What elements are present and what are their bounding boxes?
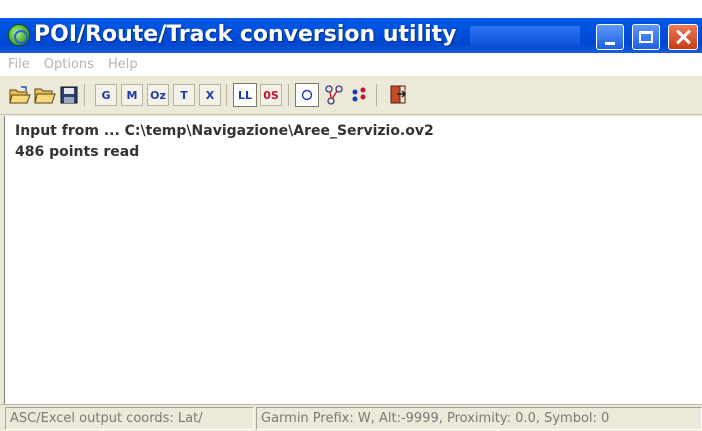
menu-help[interactable]: Help <box>102 57 144 72</box>
route-mode-button[interactable] <box>322 83 346 107</box>
menu-file[interactable]: File <box>2 57 36 72</box>
title-bar-stripe <box>470 26 580 46</box>
open-icon <box>9 86 31 104</box>
window-title: POI/Route/Track conversion utility <box>34 22 457 47</box>
coords-os-button[interactable]: 0S <box>259 83 283 107</box>
log-line-points: 486 points read <box>15 144 140 160</box>
status-bar: ASC/Excel output coords: Lat/ Garmin Pre… <box>0 404 702 431</box>
log-line-input: Input from ... C:\temp\Navigazione\Aree_… <box>15 123 434 139</box>
menu-bar: File Options Help <box>0 53 702 76</box>
exit-icon <box>390 85 407 104</box>
format-x-label: X <box>199 84 221 106</box>
format-g-label: G <box>95 84 117 106</box>
route-icon <box>325 85 343 105</box>
save-icon <box>60 86 78 104</box>
menu-options[interactable]: Options <box>38 57 100 72</box>
toolbar-separator <box>376 84 377 106</box>
format-oz-button[interactable]: Oz <box>146 83 170 107</box>
points-mode-box <box>295 83 319 107</box>
open-folder-button[interactable] <box>33 83 57 107</box>
format-x-button[interactable]: X <box>198 83 222 107</box>
circle-icon <box>301 89 313 101</box>
coords-os-label: 0S <box>260 84 282 106</box>
points-mode-button[interactable] <box>295 83 319 107</box>
format-m-label: M <box>121 84 143 106</box>
waypoints-icon <box>352 87 366 102</box>
minimize-button[interactable] <box>596 24 624 50</box>
maximize-button[interactable] <box>632 24 660 50</box>
format-m-button[interactable]: M <box>120 83 144 107</box>
app-icon[interactable] <box>8 24 30 46</box>
coords-ll-label: LL <box>233 83 257 107</box>
maximize-icon <box>639 31 653 43</box>
output-log[interactable]: Input from ... C:\temp\Navigazione\Aree_… <box>4 116 702 404</box>
exit-button[interactable] <box>386 83 410 107</box>
waypoints-mode-button[interactable] <box>348 83 372 107</box>
toolbar-separator <box>84 84 85 106</box>
toolbar-separator <box>288 84 289 106</box>
format-t-button[interactable]: T <box>172 83 196 107</box>
close-icon <box>675 29 691 45</box>
open-button[interactable] <box>8 83 32 107</box>
minimize-icon <box>605 41 615 45</box>
format-g-button[interactable]: G <box>94 83 118 107</box>
close-button[interactable] <box>668 24 698 50</box>
toolbar-separator <box>226 84 227 106</box>
status-garmin-info: Garmin Prefix: W, Alt:-9999, Proximity: … <box>256 407 702 430</box>
status-output-coords: ASC/Excel output coords: Lat/ <box>5 407 254 430</box>
format-oz-label: Oz <box>147 84 169 106</box>
coords-ll-button[interactable]: LL <box>233 83 257 107</box>
title-bar[interactable]: POI/Route/Track conversion utility <box>0 0 702 53</box>
open-folder-icon <box>34 88 56 104</box>
title-bar-fade <box>0 0 702 18</box>
save-button[interactable] <box>57 83 81 107</box>
format-t-label: T <box>173 84 195 106</box>
toolbar: G M Oz T X LL 0S <box>0 76 702 115</box>
